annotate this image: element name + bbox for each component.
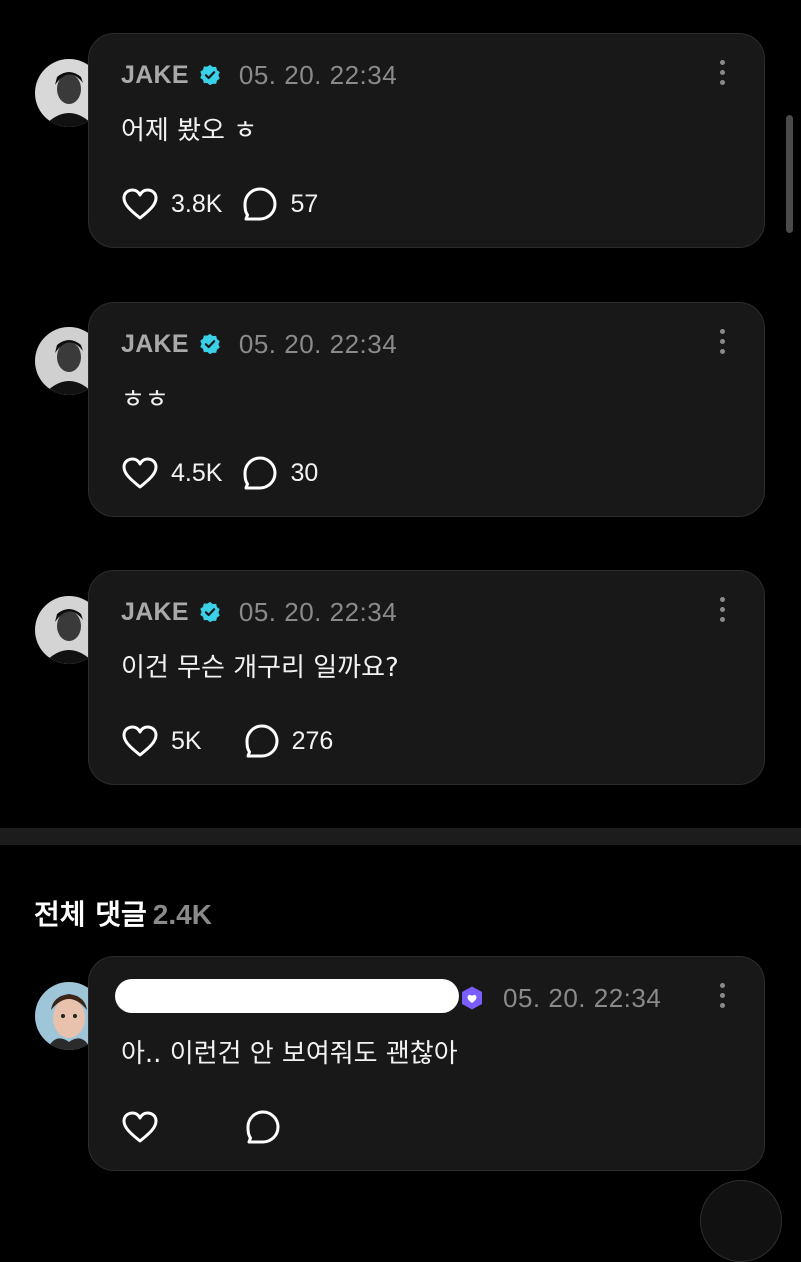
- heart-icon: [122, 1111, 158, 1143]
- post-card[interactable]: JAKE 05. 20. 22:34 어제 봤오 ㅎ 3.8K 57: [88, 33, 765, 248]
- verified-badge-icon: [200, 333, 220, 355]
- verified-badge-icon: [200, 64, 220, 86]
- heart-icon: [122, 725, 158, 757]
- like-button[interactable]: [121, 1110, 159, 1144]
- comment-icon: [243, 456, 277, 490]
- heart-icon: [122, 188, 158, 220]
- comment-text: 아.. 이런건 안 보여줘도 괜찮아: [121, 1039, 458, 1069]
- redacted-username: [115, 979, 459, 1013]
- comment-button[interactable]: [245, 1109, 281, 1145]
- like-button[interactable]: 4.5K: [121, 456, 222, 490]
- post-author[interactable]: JAKE: [121, 330, 189, 359]
- section-divider: [0, 828, 801, 845]
- post-card[interactable]: JAKE 05. 20. 22:34 이건 무슨 개구리 일까요? 5K 276: [88, 570, 765, 785]
- post-author[interactable]: JAKE: [121, 61, 189, 90]
- heart-icon: [122, 457, 158, 489]
- like-count: 4.5K: [171, 458, 223, 487]
- floating-action-button[interactable]: [700, 1180, 782, 1262]
- comments-title: 전체 댓글: [34, 898, 147, 931]
- more-options-icon[interactable]: [718, 983, 726, 1017]
- like-count: 5K: [171, 726, 202, 755]
- like-button[interactable]: 5K: [121, 724, 202, 758]
- like-button[interactable]: 3.8K: [121, 187, 222, 221]
- comment-button[interactable]: 276: [244, 723, 334, 759]
- post-text: 어제 봤오 ㅎ: [121, 116, 258, 146]
- comment-icon: [245, 724, 279, 758]
- comments-total-count: 2.4K: [152, 899, 212, 930]
- fan-badge-icon: [462, 986, 482, 1010]
- more-options-icon[interactable]: [718, 329, 726, 363]
- more-options-icon[interactable]: [718, 60, 726, 94]
- post-date: 05. 20. 22:34: [238, 596, 398, 627]
- post-text: ㅎㅎ: [121, 385, 169, 415]
- comment-count: 57: [290, 189, 319, 218]
- comment-icon: [243, 187, 277, 221]
- comment-card[interactable]: 05. 20. 22:34 아.. 이런건 안 보여줘도 괜찮아: [88, 956, 765, 1171]
- post-author[interactable]: JAKE: [121, 598, 189, 627]
- comments-section-title: 전체 댓글 2.4K: [34, 893, 212, 933]
- like-count: 3.8K: [171, 189, 223, 218]
- comment-button[interactable]: 57: [242, 186, 318, 222]
- post-card[interactable]: JAKE 05. 20. 22:34 ㅎㅎ 4.5K 30: [88, 302, 765, 517]
- comment-icon: [246, 1110, 280, 1144]
- post-date: 05. 20. 22:34: [238, 59, 398, 90]
- comment-count: 276: [291, 726, 334, 755]
- comment-date: 05. 20. 22:34: [503, 982, 662, 1013]
- post-text: 이건 무슨 개구리 일까요?: [121, 653, 399, 683]
- comment-count: 30: [290, 458, 319, 487]
- post-date: 05. 20. 22:34: [238, 328, 398, 359]
- verified-badge-icon: [200, 601, 220, 623]
- comment-button[interactable]: 30: [242, 455, 318, 491]
- more-options-icon[interactable]: [718, 597, 726, 631]
- scrollbar[interactable]: [786, 115, 793, 233]
